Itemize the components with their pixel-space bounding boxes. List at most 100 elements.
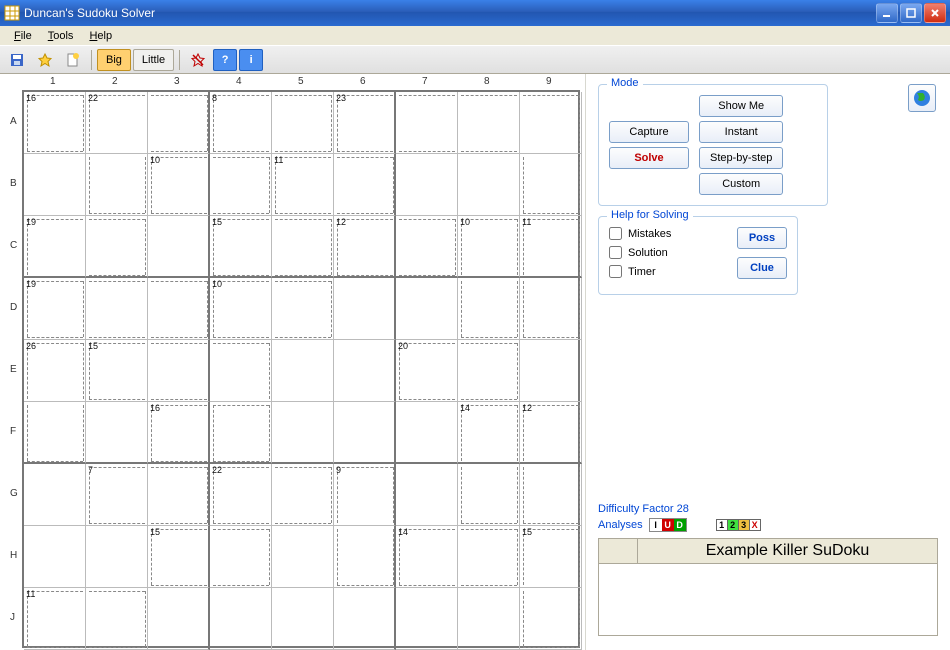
- grid-cell[interactable]: [520, 278, 582, 340]
- grid-cell[interactable]: [272, 588, 334, 650]
- grid-cell[interactable]: [272, 92, 334, 154]
- grid-cell[interactable]: [24, 402, 86, 464]
- grid-cell[interactable]: [458, 340, 520, 402]
- help-legend: Help for Solving: [607, 209, 693, 221]
- menu-help[interactable]: Help: [83, 28, 118, 44]
- grid-cell[interactable]: [86, 402, 148, 464]
- grid-cell[interactable]: [210, 92, 272, 154]
- grid-cell[interactable]: [272, 340, 334, 402]
- grid-cell[interactable]: [148, 588, 210, 650]
- grid-cell[interactable]: [458, 92, 520, 154]
- grid-cell[interactable]: [396, 402, 458, 464]
- grid-cell[interactable]: [86, 154, 148, 216]
- instant-button[interactable]: Instant: [699, 121, 783, 143]
- grid-cell[interactable]: [520, 588, 582, 650]
- mistakes-checkbox-row[interactable]: Mistakes: [609, 227, 723, 240]
- capture-button[interactable]: Capture: [609, 121, 689, 143]
- col-header: 8: [484, 76, 490, 87]
- grid-cell[interactable]: [210, 340, 272, 402]
- grid-cell[interactable]: [334, 588, 396, 650]
- grid-cell[interactable]: [272, 402, 334, 464]
- maximize-button[interactable]: [900, 3, 922, 23]
- grid-cell[interactable]: [396, 464, 458, 526]
- grid-cell[interactable]: [458, 278, 520, 340]
- globe-button[interactable]: [908, 84, 936, 112]
- grid-cell[interactable]: [210, 402, 272, 464]
- grid-cell[interactable]: [148, 464, 210, 526]
- big-button[interactable]: Big: [97, 49, 131, 71]
- step-by-step-button[interactable]: Step-by-step: [699, 147, 783, 169]
- grid-cell[interactable]: [86, 216, 148, 278]
- grid-cell[interactable]: [86, 588, 148, 650]
- grid-cell[interactable]: [148, 92, 210, 154]
- grid-cell[interactable]: [396, 92, 458, 154]
- new-page-icon[interactable]: [60, 49, 86, 71]
- mistakes-checkbox[interactable]: [609, 227, 622, 240]
- help-question-icon[interactable]: ?: [213, 49, 237, 71]
- clue-button[interactable]: Clue: [737, 257, 787, 279]
- grid-cell[interactable]: [458, 154, 520, 216]
- cage-sum: 12: [336, 217, 346, 227]
- menu-file[interactable]: File: [8, 28, 38, 44]
- grid-cell[interactable]: [272, 464, 334, 526]
- grid-cell[interactable]: [396, 278, 458, 340]
- grid-cell[interactable]: [458, 464, 520, 526]
- col-header: 6: [360, 76, 366, 87]
- grid-cell[interactable]: [520, 464, 582, 526]
- app-icon: [4, 5, 20, 21]
- grid-cell[interactable]: [334, 340, 396, 402]
- grid-cell[interactable]: [458, 588, 520, 650]
- info-icon[interactable]: i: [239, 49, 263, 71]
- close-button[interactable]: [924, 3, 946, 23]
- cage-sum: 15: [88, 341, 98, 351]
- grid-cell[interactable]: [24, 154, 86, 216]
- cage-sum: 23: [336, 93, 346, 103]
- grid-cell[interactable]: [24, 464, 86, 526]
- row-header: H: [10, 550, 17, 561]
- sudoku-grid[interactable]: 1622823101119151210111910261520161412722…: [22, 90, 580, 648]
- grid-cell[interactable]: [272, 278, 334, 340]
- save-icon[interactable]: [4, 49, 30, 71]
- cage-sum: 14: [460, 403, 470, 413]
- analyses-step[interactable]: X: [749, 519, 761, 531]
- grid-cell[interactable]: [396, 588, 458, 650]
- solve-button[interactable]: Solve: [609, 147, 689, 169]
- solution-checkbox[interactable]: [609, 246, 622, 259]
- little-button[interactable]: Little: [133, 49, 174, 71]
- grid-cell[interactable]: [210, 526, 272, 588]
- grid-cell[interactable]: [520, 154, 582, 216]
- grid-cell[interactable]: [210, 154, 272, 216]
- col-header: 9: [546, 76, 552, 87]
- grid-cell[interactable]: [272, 216, 334, 278]
- timer-checkbox[interactable]: [609, 265, 622, 278]
- grid-cell[interactable]: [86, 464, 148, 526]
- grid-cell[interactable]: [86, 278, 148, 340]
- grid-cell[interactable]: [272, 526, 334, 588]
- grid-cell[interactable]: [334, 154, 396, 216]
- grid-cell[interactable]: [396, 154, 458, 216]
- clear-star-icon[interactable]: [185, 49, 211, 71]
- menu-tools[interactable]: Tools: [42, 28, 80, 44]
- grid-cell[interactable]: [148, 216, 210, 278]
- timer-checkbox-row[interactable]: Timer: [609, 265, 723, 278]
- grid-cell[interactable]: [148, 340, 210, 402]
- grid-cell[interactable]: [334, 464, 396, 526]
- grid-cell[interactable]: [24, 526, 86, 588]
- custom-button[interactable]: Custom: [699, 173, 783, 195]
- grid-cell[interactable]: [458, 526, 520, 588]
- minimize-button[interactable]: [876, 3, 898, 23]
- grid-cell[interactable]: [86, 526, 148, 588]
- show-me-button[interactable]: Show Me: [699, 95, 783, 117]
- mode-group: Mode Capture Solve Show Me Instant Step-…: [598, 84, 828, 206]
- grid-cell[interactable]: [520, 92, 582, 154]
- grid-cell[interactable]: [396, 216, 458, 278]
- grid-cell[interactable]: [520, 340, 582, 402]
- grid-cell[interactable]: [210, 588, 272, 650]
- poss-button[interactable]: Poss: [737, 227, 787, 249]
- grid-cell[interactable]: [148, 278, 210, 340]
- star-icon[interactable]: [32, 49, 58, 71]
- grid-cell[interactable]: [334, 278, 396, 340]
- grid-cell[interactable]: [334, 526, 396, 588]
- solution-checkbox-row[interactable]: Solution: [609, 246, 723, 259]
- grid-cell[interactable]: [334, 402, 396, 464]
